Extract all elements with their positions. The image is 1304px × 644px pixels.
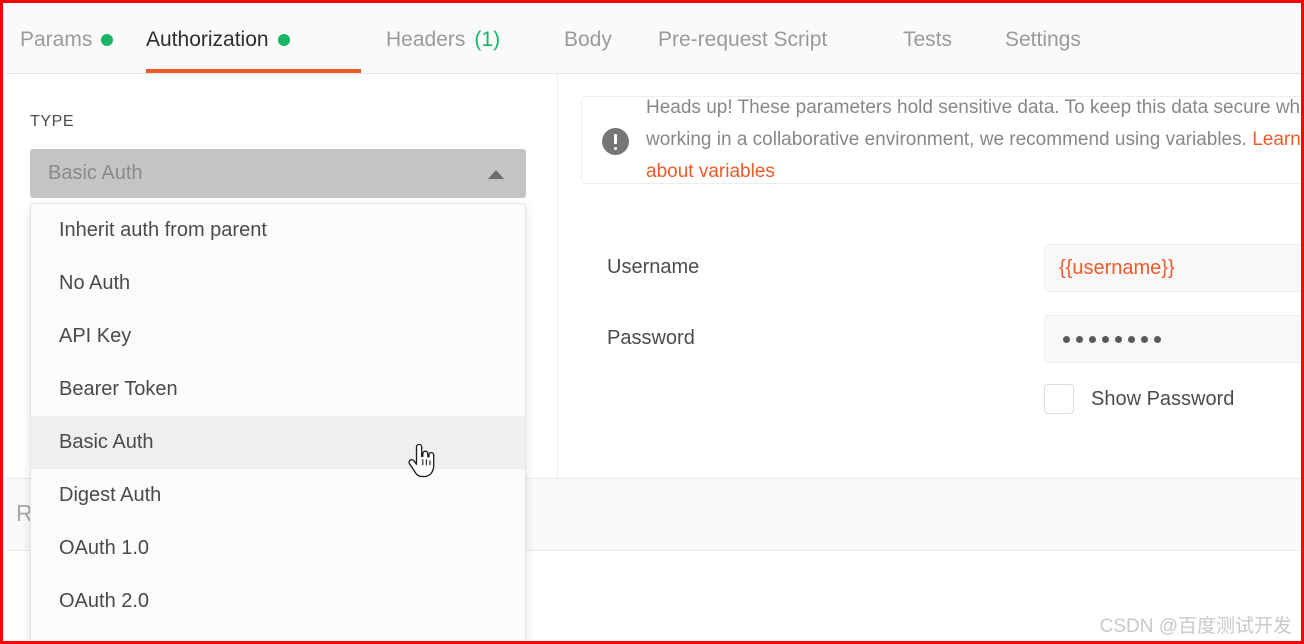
tab-settings[interactable]: Settings (1005, 6, 1081, 74)
dropdown-item-label: Inherit auth from parent (59, 219, 267, 241)
dropdown-item-label: No Auth (59, 272, 131, 294)
auth-type-heading: TYPE (30, 113, 75, 130)
auth-type-select[interactable]: Basic Auth (30, 149, 526, 198)
dropdown-item-label: API Key (59, 325, 132, 347)
params-status-dot (101, 34, 114, 46)
dropdown-item-oauth-2-0[interactable]: OAuth 2.0 (31, 575, 525, 628)
tab-settings-label: Settings (1005, 28, 1081, 51)
tab-authorization[interactable]: Authorization (146, 6, 290, 74)
sensitive-data-banner: Heads up! These parameters hold sensitiv… (581, 96, 1301, 184)
tab-params[interactable]: Params (20, 6, 114, 74)
show-password-checkbox[interactable] (1044, 384, 1074, 414)
postman-request-pane: Params Authorization Headers (1) Body Pr… (6, 6, 1301, 641)
tab-pre-request-script[interactable]: Pre-request Script (658, 6, 827, 74)
banner-body-text: Heads up! These parameters hold sensitiv… (646, 97, 1304, 150)
dropdown-item-oauth-1-0[interactable]: OAuth 1.0 (31, 522, 525, 575)
dropdown-item-label: Bearer Token (59, 378, 178, 400)
tab-tests[interactable]: Tests (903, 6, 952, 74)
show-password-row[interactable]: Show Password (1044, 384, 1234, 414)
dropdown-item-label: Basic Auth (59, 431, 154, 453)
tab-pre-request-script-label: Pre-request Script (658, 28, 828, 51)
dropdown-item-label: OAuth 2.0 (59, 590, 150, 612)
app-window: Params Authorization Headers (1) Body Pr… (0, 0, 1304, 644)
password-masked-value (1063, 335, 1161, 343)
tab-params-label: Params (20, 28, 93, 51)
password-input[interactable] (1044, 315, 1301, 363)
active-tab-underline (146, 69, 361, 73)
dropdown-item-label: OAuth 1.0 (59, 537, 150, 559)
dropdown-item-label: Digest Auth (59, 484, 162, 506)
dropdown-item-bearer-token[interactable]: Bearer Token (31, 363, 525, 416)
auth-type-dropdown[interactable]: Inherit auth from parent No Auth API Key… (30, 203, 526, 641)
auth-details-panel: Heads up! These parameters hold sensitiv… (559, 74, 1301, 478)
password-label: Password (607, 327, 695, 349)
tab-authorization-label: Authorization (146, 28, 269, 51)
auth-type-select-value: Basic Auth (48, 162, 143, 184)
csdn-watermark: CSDN @百度测试开发 (1099, 616, 1292, 637)
tab-tests-label: Tests (903, 28, 953, 51)
username-input[interactable]: {{username}} (1044, 244, 1301, 292)
authorization-status-dot (277, 34, 290, 46)
headers-count-badge: (1) (474, 28, 501, 51)
show-password-label: Show Password (1091, 387, 1235, 410)
dropdown-item-digest-auth[interactable]: Digest Auth (31, 469, 525, 522)
chevron-up-icon (488, 170, 504, 179)
username-label: Username (607, 256, 700, 278)
username-input-value: {{username}} (1059, 256, 1175, 279)
dropdown-item-inherit-auth-from-parent[interactable]: Inherit auth from parent (31, 204, 525, 257)
tab-headers[interactable]: Headers (1) (386, 6, 500, 74)
tab-body[interactable]: Body (564, 6, 612, 74)
dropdown-item-no-auth[interactable]: No Auth (31, 257, 525, 310)
dropdown-item-api-key[interactable]: API Key (31, 310, 525, 363)
tab-headers-label: Headers (386, 28, 466, 51)
sensitive-data-banner-text: Heads up! These parameters hold sensitiv… (646, 92, 1304, 188)
tab-body-label: Body (564, 28, 612, 51)
alert-circle-icon (602, 127, 629, 155)
dropdown-item-basic-auth[interactable]: Basic Auth (31, 416, 525, 469)
request-tab-bar: Params Authorization Headers (1) Body Pr… (6, 6, 1301, 74)
